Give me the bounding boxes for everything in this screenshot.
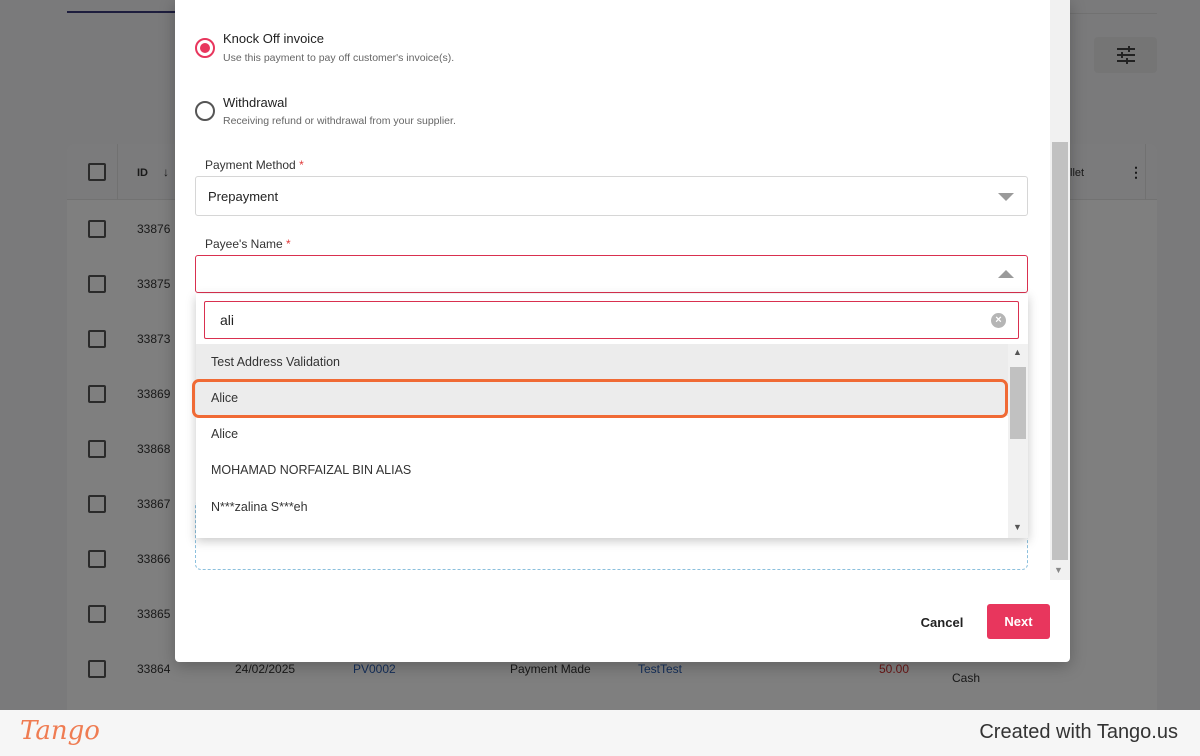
tango-logo: Tango bbox=[20, 716, 100, 746]
dropdown-option[interactable]: Test Address Validation bbox=[196, 344, 1008, 380]
payee-search-input[interactable] bbox=[204, 301, 1019, 339]
dropdown-scrollbar-thumb[interactable] bbox=[1010, 367, 1026, 439]
radio-subtitle: Use this payment to pay off customer's i… bbox=[223, 52, 455, 64]
scroll-down-arrow-icon[interactable]: ▼ bbox=[1013, 522, 1022, 532]
scroll-down-arrow-icon[interactable]: ▼ bbox=[1054, 565, 1063, 575]
tango-credit: Created with Tango.us bbox=[979, 721, 1178, 743]
radio-title: Knock Off invoice bbox=[223, 31, 324, 46]
modal-scrollbar-thumb[interactable] bbox=[1052, 142, 1068, 560]
chevron-up-icon bbox=[998, 270, 1014, 278]
radio-subtitle: Receiving refund or withdrawal from your… bbox=[223, 115, 456, 127]
dropdown-scrollbar[interactable]: ▲ ▼ bbox=[1008, 344, 1028, 538]
scroll-up-arrow-icon[interactable]: ▲ bbox=[1013, 347, 1022, 357]
radio-knock-off-invoice[interactable] bbox=[195, 38, 215, 58]
dropdown-option[interactable]: N***zalina S***eh bbox=[196, 489, 1008, 525]
chevron-down-icon bbox=[998, 193, 1014, 201]
radio-withdrawal[interactable] bbox=[195, 101, 215, 121]
payment-method-select[interactable]: Prepayment bbox=[195, 176, 1028, 216]
radio-title: Withdrawal bbox=[223, 95, 288, 110]
cancel-button[interactable]: Cancel bbox=[909, 605, 975, 639]
payment-method-value: Prepayment bbox=[208, 189, 279, 204]
dropdown-option[interactable]: MOHAMAD NORFAIZAL BIN ALIAS bbox=[196, 452, 1008, 488]
dropdown-option[interactable]: Alice bbox=[196, 416, 1008, 452]
payee-name-select[interactable] bbox=[195, 255, 1028, 293]
clear-icon[interactable]: × bbox=[991, 313, 1006, 328]
payment-method-label: Payment Method * bbox=[205, 158, 304, 172]
payee-name-label: Payee's Name * bbox=[205, 237, 291, 251]
click-highlight-frame bbox=[192, 379, 1008, 418]
tango-footer: Tango Created with Tango.us bbox=[0, 710, 1200, 756]
next-button[interactable]: Next bbox=[987, 604, 1050, 639]
